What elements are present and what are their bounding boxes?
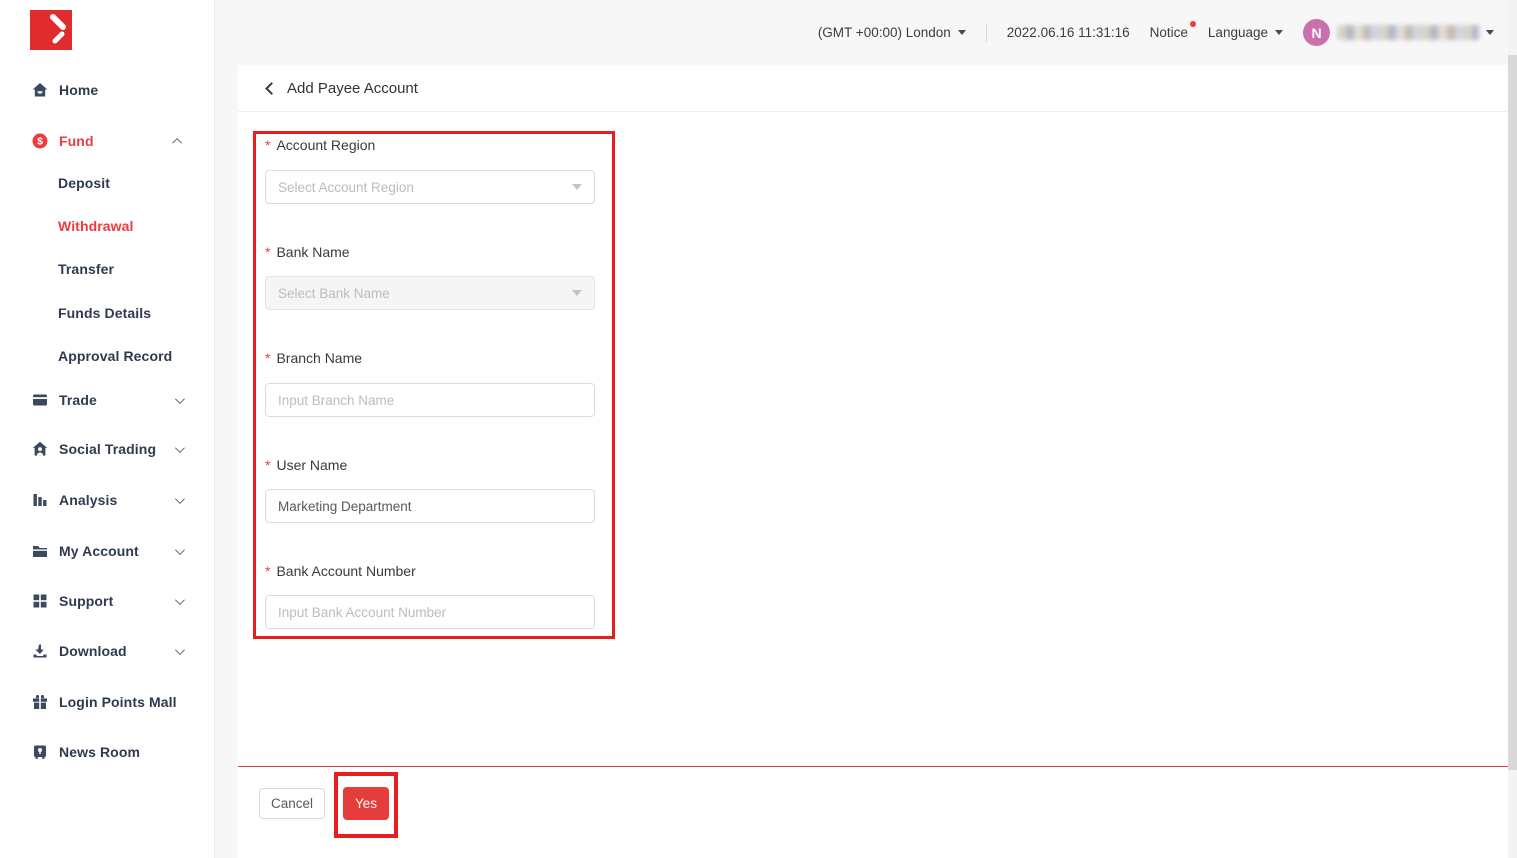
required-marker: * <box>265 350 270 366</box>
branch-name-input[interactable] <box>265 383 595 417</box>
support-icon <box>32 593 48 609</box>
user-name-input[interactable] <box>265 489 595 523</box>
fund-icon: $ <box>32 133 48 149</box>
scrollbar-thumb[interactable] <box>1508 55 1517 770</box>
timezone-label: (GMT +00:00) London <box>818 25 951 40</box>
select-placeholder: Select Bank Name <box>278 286 390 301</box>
sidebar-item-label: Fund <box>59 133 94 149</box>
required-marker: * <box>265 563 270 579</box>
sidebar-item-transfer[interactable]: Transfer <box>58 258 182 280</box>
back-icon[interactable] <box>265 82 278 95</box>
sidebar-item-label: Home <box>59 82 98 98</box>
field-label-account-region: *Account Region <box>265 137 375 153</box>
chevron-down-icon <box>175 494 185 504</box>
chevron-down-icon <box>175 595 185 605</box>
sidebar-item-funds-details[interactable]: Funds Details <box>58 302 182 324</box>
svg-text:$: $ <box>37 136 43 148</box>
account-region-select[interactable]: Select Account Region <box>265 170 595 204</box>
sidebar-item-trade[interactable]: Trade <box>32 389 182 411</box>
sidebar-item-download[interactable]: Download <box>32 640 182 662</box>
sidebar-item-social-trading[interactable]: Social Trading <box>32 438 182 460</box>
analysis-icon <box>32 492 48 508</box>
home-icon <box>32 82 48 98</box>
sidebar-item-my-account[interactable]: My Account <box>32 540 182 562</box>
page-header: Add Payee Account <box>238 65 1510 112</box>
footer-divider <box>238 766 1510 767</box>
notice-link[interactable]: Notice <box>1150 25 1188 40</box>
avatar: N <box>1303 19 1330 46</box>
notification-dot <box>1190 21 1196 27</box>
caret-down-icon <box>1486 30 1494 35</box>
required-marker: * <box>265 244 270 260</box>
gift-icon <box>32 694 48 710</box>
main-content: Add Payee Account *Account Region Select… <box>238 65 1510 858</box>
chevron-down-icon <box>175 545 185 555</box>
sidebar: Home $ Fund Deposit Withdrawal Transfer … <box>0 0 215 858</box>
page-title: Add Payee Account <box>287 80 418 97</box>
chevron-down-icon <box>175 443 185 453</box>
news-room-icon <box>32 744 48 760</box>
scrollbar-track <box>1508 0 1517 858</box>
field-label-bank-name: *Bank Name <box>265 244 350 260</box>
chevron-down-icon <box>175 394 185 404</box>
topbar: (GMT +00:00) London 2022.06.16 11:31:16 … <box>215 0 1508 65</box>
required-marker: * <box>265 457 270 473</box>
sidebar-item-support[interactable]: Support <box>32 590 182 612</box>
field-label-user-name: *User Name <box>265 457 347 473</box>
social-trading-icon <box>32 441 48 457</box>
sidebar-item-approval-record[interactable]: Approval Record <box>58 345 182 367</box>
sidebar-item-withdrawal[interactable]: Withdrawal <box>58 215 182 237</box>
timezone-selector[interactable]: (GMT +00:00) London <box>818 25 966 40</box>
sidebar-item-analysis[interactable]: Analysis <box>32 489 182 511</box>
bank-account-number-input[interactable] <box>265 595 595 629</box>
my-account-icon <box>32 543 48 559</box>
chevron-down-icon <box>175 645 185 655</box>
select-placeholder: Select Account Region <box>278 180 414 195</box>
chevron-up-icon <box>172 137 182 147</box>
sidebar-item-login-points-mall[interactable]: Login Points Mall <box>32 691 182 713</box>
language-selector[interactable]: Language <box>1208 25 1283 40</box>
sidebar-item-deposit[interactable]: Deposit <box>58 172 182 194</box>
caret-down-icon <box>958 30 966 35</box>
required-marker: * <box>265 137 270 153</box>
trade-icon <box>32 392 48 408</box>
bank-name-select: Select Bank Name <box>265 276 595 310</box>
brand-logo-icon[interactable] <box>30 10 72 50</box>
cancel-button[interactable]: Cancel <box>259 788 325 819</box>
username-masked <box>1337 25 1479 40</box>
datetime: 2022.06.16 11:31:16 <box>1007 25 1130 40</box>
sidebar-item-news-room[interactable]: News Room <box>32 741 182 763</box>
caret-down-icon <box>1275 30 1283 35</box>
topbar-divider <box>986 24 987 42</box>
user-menu[interactable]: N <box>1303 19 1494 46</box>
yes-button[interactable]: Yes <box>343 787 389 820</box>
sidebar-item-home[interactable]: Home <box>32 79 182 101</box>
field-label-bank-account-number: *Bank Account Number <box>265 563 416 579</box>
sidebar-item-fund[interactable]: $ Fund <box>32 130 182 152</box>
download-icon <box>32 643 48 659</box>
select-caret-icon <box>572 290 582 296</box>
field-label-branch-name: *Branch Name <box>265 350 362 366</box>
select-caret-icon <box>572 184 582 190</box>
